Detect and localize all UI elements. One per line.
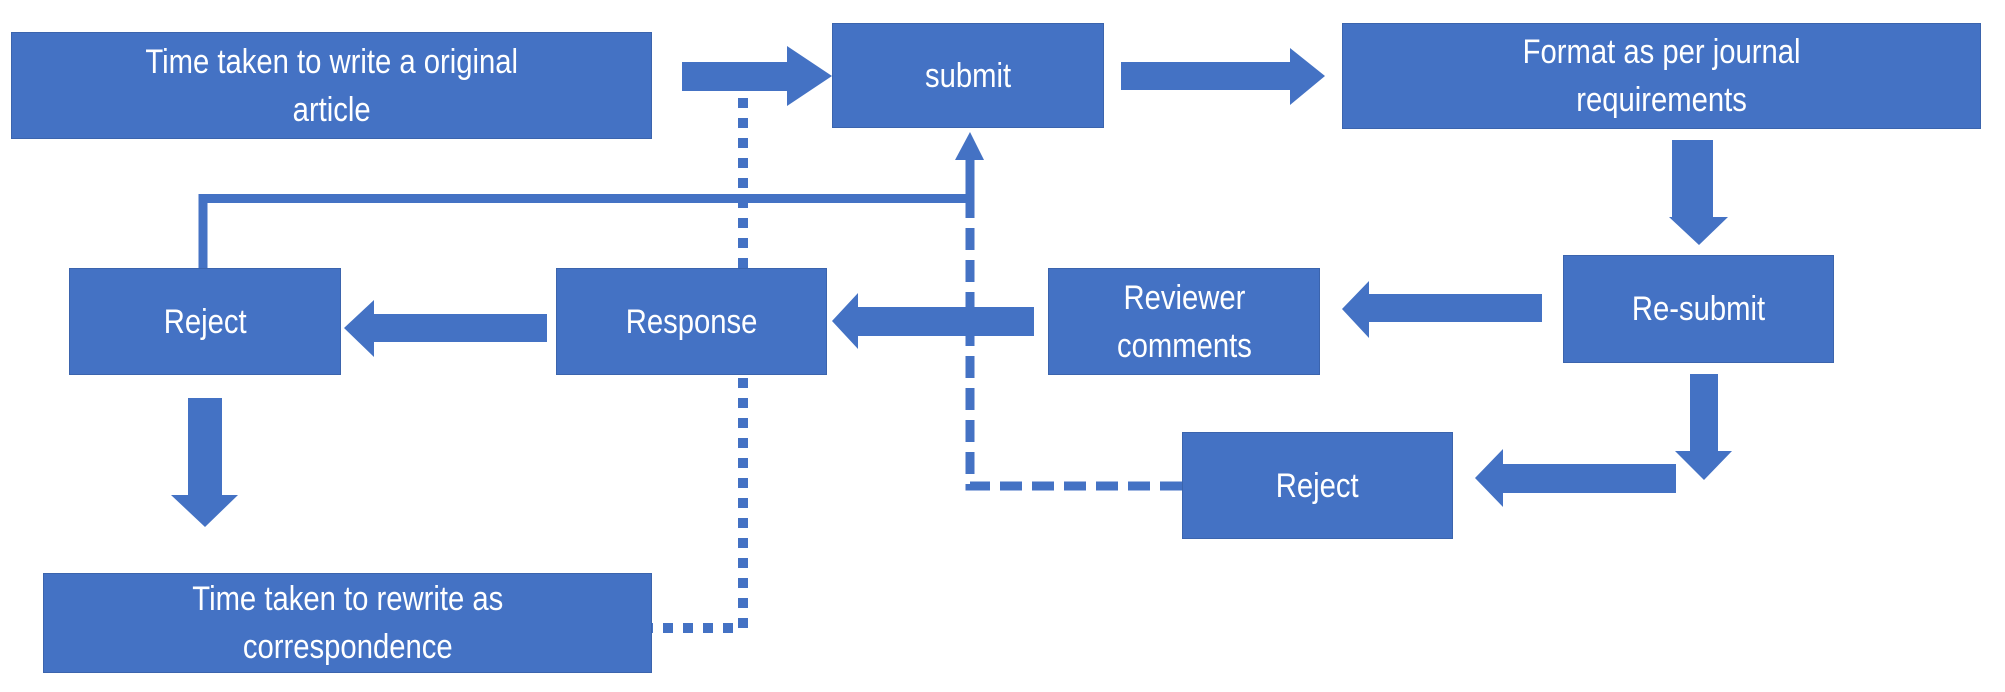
node-label-line: Re-submit [1631, 290, 1766, 328]
node-label-line: Response [625, 302, 758, 341]
arrow-response-to-reject [344, 300, 547, 357]
node-label-line: requirements [1576, 81, 1747, 119]
node-reject-left: Reject [69, 268, 341, 375]
node-label-line: Format as per journal [1522, 33, 1801, 71]
dotted-connector-response-to-rewrite [652, 378, 748, 633]
node-label-line: Reviewer [1123, 278, 1245, 317]
node-label-line: Reject [1276, 466, 1359, 505]
node-label-line: article [292, 90, 371, 129]
arrow-submit-to-format [1121, 48, 1325, 105]
arrow-resubmit-to-reviewer [1342, 281, 1542, 338]
node-reviewer-comments: Reviewer comments [1048, 268, 1320, 375]
solid-connector-reject-to-submit [198, 194, 970, 268]
arrow-resubmit-to-reject-down [1675, 374, 1732, 480]
arrow-reject-to-rewrite [171, 398, 238, 527]
node-label-line: submit [924, 56, 1012, 95]
node-label-line: Time taken to rewrite as [192, 580, 503, 618]
node-submit: submit [832, 23, 1104, 128]
node-label-line: Reject [163, 302, 247, 341]
node-response: Response [556, 268, 827, 375]
node-format: Format as per journal requirements [1342, 23, 1981, 129]
node-rewrite-correspondence: Time taken to rewrite as correspondence [43, 573, 652, 673]
node-label-line: Time taken to write a original [145, 42, 518, 81]
arrowhead-into-submit [955, 132, 984, 160]
arrow-into-reject-right [1475, 449, 1676, 507]
node-resubmit: Re-submit [1563, 255, 1834, 363]
node-write-original: Time taken to write a original article [11, 32, 652, 139]
arrow-format-to-resubmit [1669, 140, 1728, 245]
node-label-line: comments [1116, 326, 1252, 365]
arrow-write-to-submit [682, 46, 832, 106]
node-label-line: correspondence [242, 628, 453, 666]
arrow-reviewer-to-response [832, 293, 1034, 349]
node-reject-right: Reject [1182, 432, 1453, 539]
